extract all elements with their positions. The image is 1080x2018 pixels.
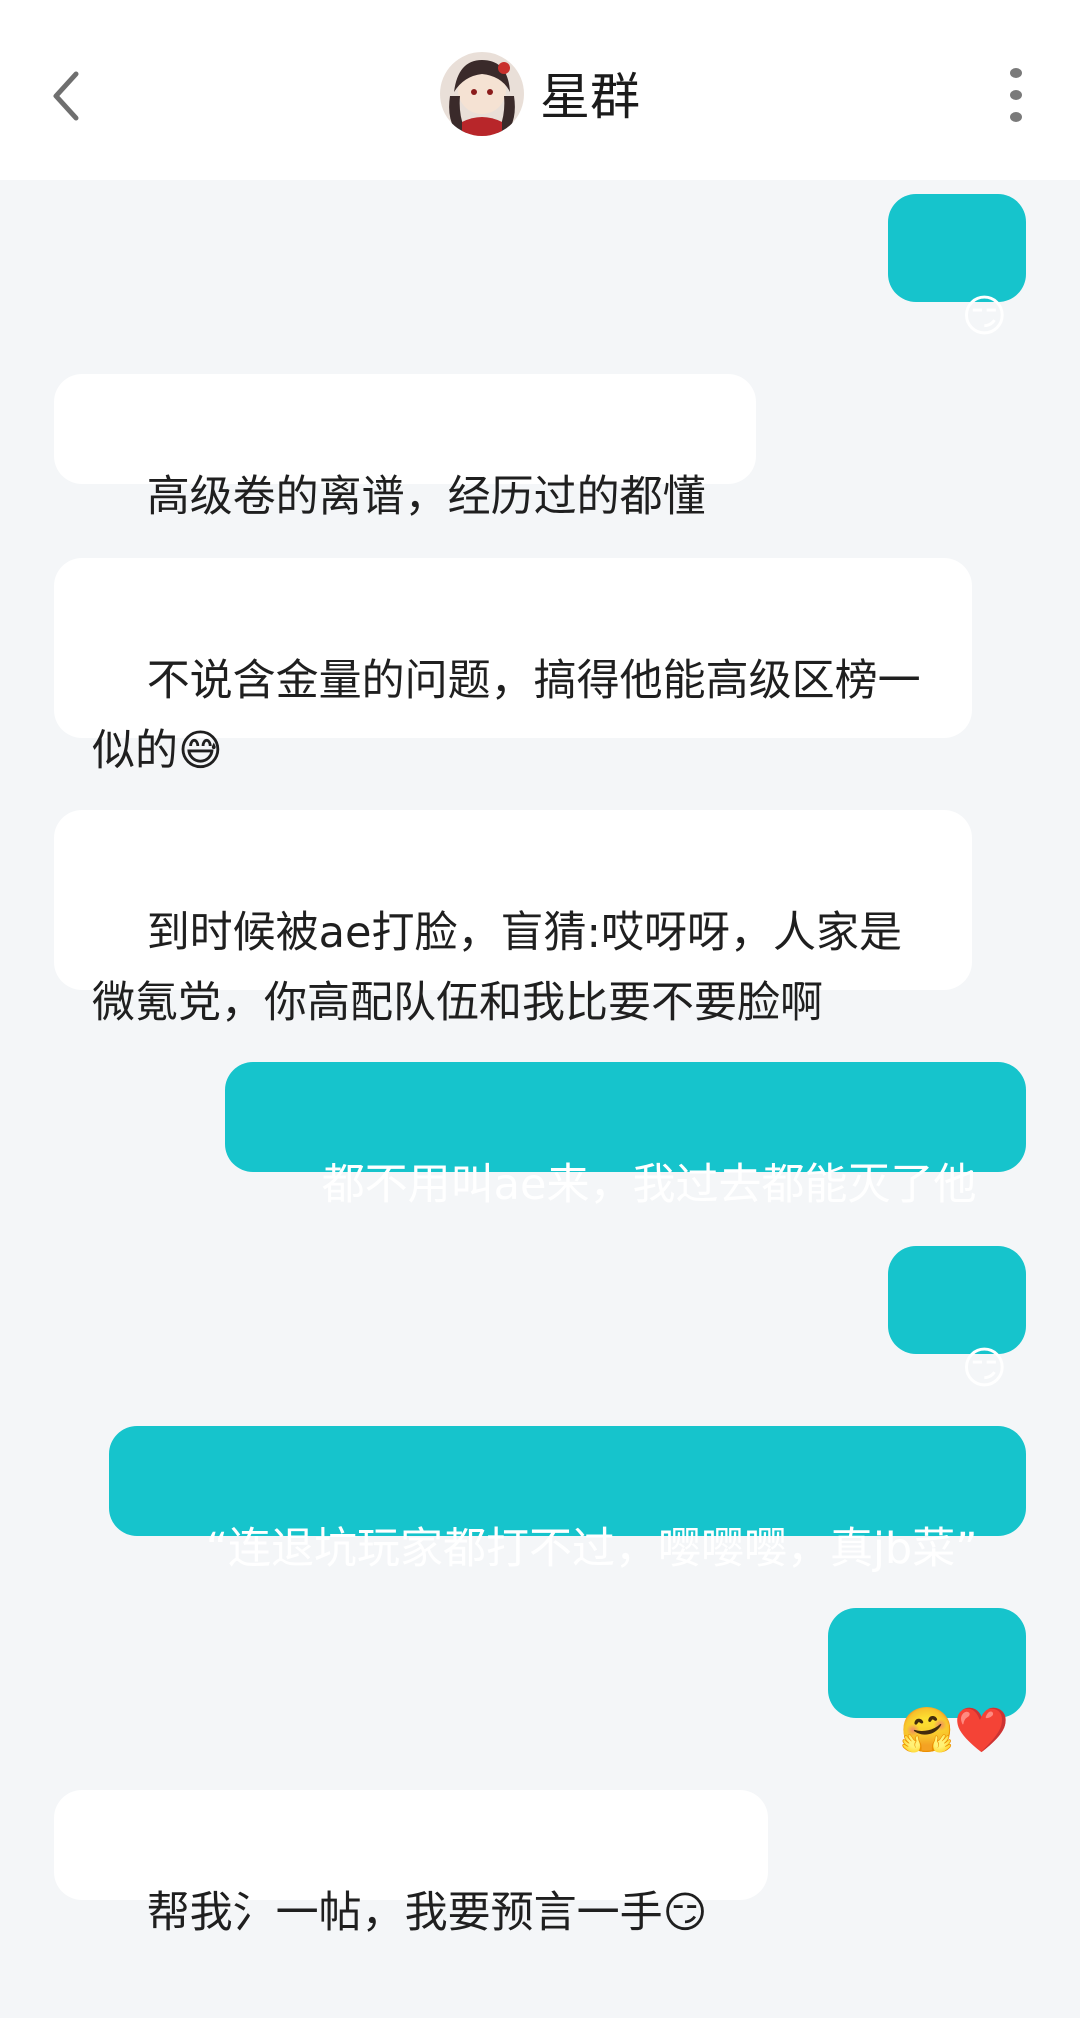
message-bubble-outgoing[interactable]: 🤗❤️ [828, 1608, 1026, 1756]
chat-title: 星群 [540, 68, 640, 126]
chat-header: 星群 [0, 0, 1080, 180]
back-button[interactable] [38, 60, 94, 132]
message-bubble-incoming[interactable]: 高级卷的离谱，经历过的都懂 [54, 374, 756, 522]
more-options-button[interactable] [992, 62, 1040, 128]
message-bubble-outgoing[interactable]: 都不用叫ae来，我过去都能灭了他 [225, 1062, 1026, 1210]
message-bubble-incoming[interactable]: 帮我氵一帖，我要预言一手😏 [54, 1790, 768, 1938]
message-bubble-outgoing[interactable]: 😏 [888, 194, 1026, 342]
message-bubble-outgoing[interactable]: 😏 [888, 1246, 1026, 1394]
message-bubble-outgoing[interactable]: “连退坑玩家都打不过，嘤嘤嘤，真jb菜” [109, 1426, 1026, 1574]
group-avatar[interactable] [440, 52, 524, 136]
chevron-left-icon [53, 71, 79, 121]
message-list[interactable]: 😏 高级卷的离谱，经历过的都懂 不说含金量的问题，搞得他能高级区榜一似的😅 到时… [0, 180, 1080, 1955]
more-vertical-icon [1010, 68, 1022, 78]
message-bubble-incoming[interactable]: 到时候被ae打脸，盲猜:哎呀呀，人家是微氪党，你高配队伍和我比要不要脸啊 [54, 810, 972, 1028]
message-bubble-incoming[interactable]: 不说含金量的问题，搞得他能高级区榜一似的😅 [54, 558, 972, 776]
